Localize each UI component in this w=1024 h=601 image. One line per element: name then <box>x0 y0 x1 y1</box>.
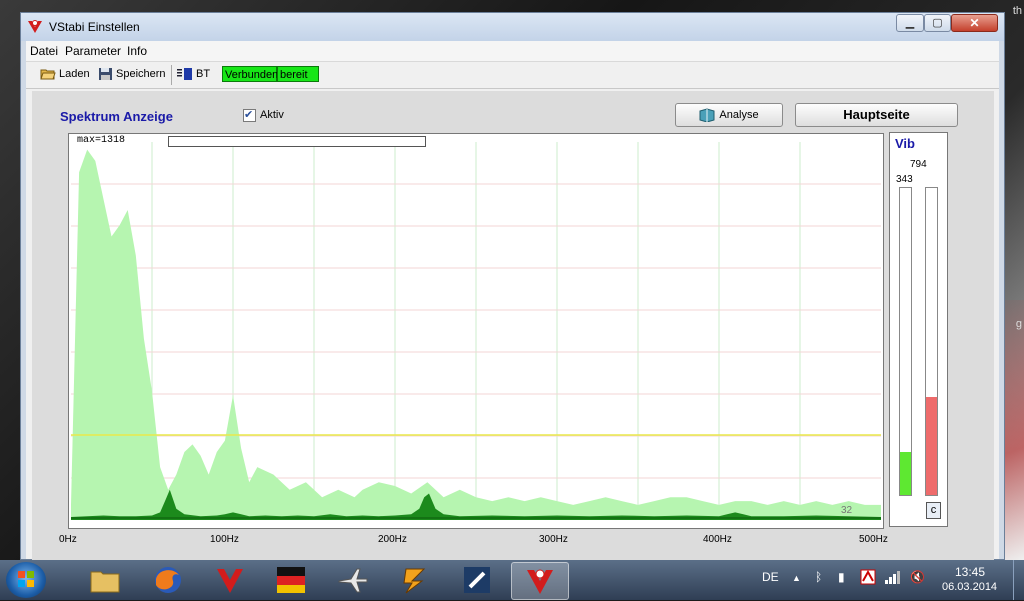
title-bar[interactable]: VStabi Einstellen ▁ ▢ ✕ <box>21 13 1004 41</box>
freq-tick-400: 400Hz <box>703 534 732 545</box>
vib-title: Vib <box>895 136 915 151</box>
desktop-edge-text: th <box>1012 5 1022 17</box>
connection-status: Verbunden <box>222 66 278 82</box>
menu-parameter[interactable]: Parameter <box>65 44 121 58</box>
freq-tick-500: 500Hz <box>859 534 888 545</box>
clock-time[interactable]: 13:45 <box>955 565 985 579</box>
spectrum-svg <box>71 142 881 520</box>
bluetooth-device-icon <box>177 68 192 81</box>
taskbar-vstabi-1[interactable] <box>205 562 255 598</box>
vstabi-logo-icon <box>28 20 42 33</box>
taskbar: DE ▲ ᛒ ▮ 🔇 13:45 06.03.2014 <box>0 560 1024 600</box>
toolbar: Laden Speichern BT Verbunden bereit <box>26 62 999 89</box>
spectrum-chart: max=1318 32 <box>68 133 884 529</box>
toolbar-separator <box>171 65 172 85</box>
ready-status: bereit <box>277 66 319 82</box>
maximize-button[interactable]: ▢ <box>924 14 951 32</box>
close-button[interactable]: ✕ <box>951 14 998 32</box>
vib-reset-button[interactable]: c <box>926 502 941 519</box>
analyse-button[interactable]: Analyse <box>675 103 783 127</box>
network-signal-icon[interactable] <box>884 570 902 584</box>
battery-icon[interactable]: ▮ <box>838 570 845 584</box>
folder-open-icon <box>40 69 56 80</box>
aktiv-checkbox[interactable]: ✔ <box>243 109 256 122</box>
maximize-icon: ▢ <box>932 17 943 29</box>
chart-corner-value: 32 <box>841 505 853 516</box>
airplane-icon <box>338 568 368 593</box>
hauptseite-button[interactable]: Hauptseite <box>795 103 958 127</box>
tray-app-icon[interactable] <box>860 569 876 585</box>
taskbar-app-blue[interactable] <box>452 562 502 598</box>
winamp-icon <box>403 568 426 594</box>
bt-label: BT <box>196 68 211 80</box>
freq-tick-300: 300Hz <box>539 534 568 545</box>
language-indicator[interactable]: DE <box>762 570 779 584</box>
vib-bar-left-fill <box>900 452 911 495</box>
bluetooth-tray-icon[interactable]: ᛒ <box>815 570 822 584</box>
freq-tick-100: 100Hz <box>210 534 239 545</box>
start-button[interactable] <box>6 562 46 598</box>
volume-muted-icon[interactable]: 🔇 <box>910 570 925 584</box>
client-area: Datei Parameter Info Laden Speichern BT … <box>26 41 999 569</box>
vstabi-window: VStabi Einstellen ▁ ▢ ✕ Datei Parameter … <box>20 12 1005 569</box>
bluetooth-button[interactable]: BT <box>177 65 210 83</box>
tray-expand-icon[interactable]: ▲ <box>792 573 801 583</box>
window-title: VStabi Einstellen <box>49 20 140 34</box>
taskbar-explorer[interactable] <box>80 562 130 598</box>
aktiv-label: Aktiv <box>260 109 284 121</box>
save-label: Speichern <box>116 68 166 80</box>
close-icon: ✕ <box>969 16 980 30</box>
flag-app-icon <box>277 567 305 593</box>
spectrum-panel: Spektrum Anzeige ✔ Aktiv Analyse Hauptse… <box>32 91 994 569</box>
menu-datei[interactable]: Datei <box>30 44 58 58</box>
vibration-panel: Vib 794 343 c <box>889 132 948 527</box>
menu-bar: Datei Parameter Info <box>26 41 999 62</box>
vib-bar-right-fill <box>926 396 937 495</box>
analyse-book-icon <box>699 108 715 123</box>
taskbar-winamp[interactable] <box>390 562 440 598</box>
vstabi-icon <box>217 569 243 593</box>
taskbar-app-flag[interactable] <box>266 562 316 598</box>
minimize-button[interactable]: ▁ <box>896 14 924 32</box>
checkmark-icon: ✔ <box>244 109 254 121</box>
firefox-icon <box>155 567 181 593</box>
freq-tick-0: 0Hz <box>59 534 77 545</box>
vstabi-icon <box>527 569 553 594</box>
windows-logo-icon <box>18 571 34 587</box>
taskbar-vstabi-active[interactable] <box>511 562 569 600</box>
minimize-icon: ▁ <box>905 17 915 29</box>
floppy-disk-icon <box>99 68 112 81</box>
max-label: max=1318 <box>77 135 126 146</box>
clock-date[interactable]: 06.03.2014 <box>942 581 997 593</box>
freq-tick-200: 200Hz <box>378 534 407 545</box>
vib-value-right: 794 <box>910 159 927 170</box>
chart-range-bar[interactable] <box>168 136 426 147</box>
blue-app-icon <box>464 567 490 593</box>
panel-title: Spektrum Anzeige <box>60 109 173 124</box>
load-button[interactable]: Laden <box>40 65 90 83</box>
vib-value-left: 343 <box>896 174 913 185</box>
save-button[interactable]: Speichern <box>98 65 166 83</box>
load-label: Laden <box>59 68 90 80</box>
vib-bar-left <box>899 187 912 496</box>
vib-bar-right <box>925 187 938 496</box>
folder-icon <box>90 571 120 593</box>
taskbar-firefox[interactable] <box>143 562 193 598</box>
show-desktop-button[interactable] <box>1013 560 1024 600</box>
analyse-label: Analyse <box>719 109 759 121</box>
menu-info[interactable]: Info <box>127 44 147 58</box>
taskbar-flight-app[interactable] <box>328 562 378 598</box>
desktop-edge-text: g <box>1015 318 1022 330</box>
